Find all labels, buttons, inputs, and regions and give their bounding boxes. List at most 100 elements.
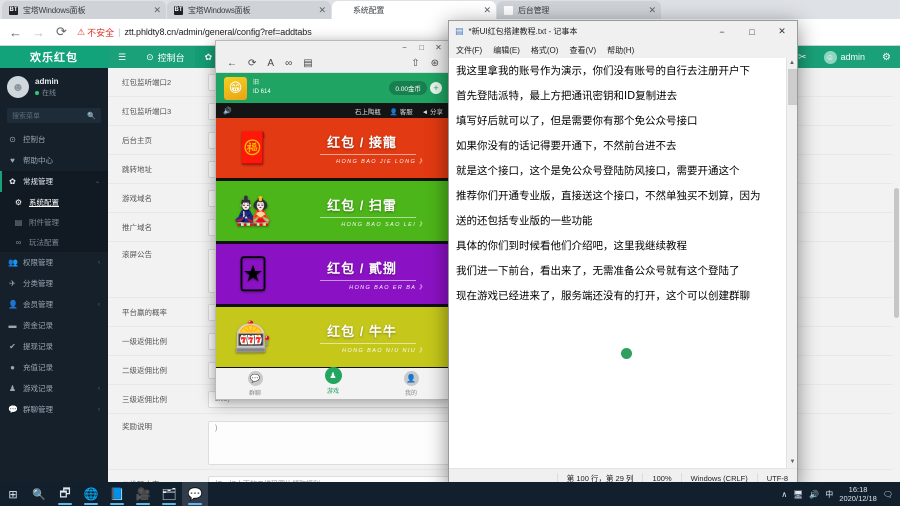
phone-titlebar[interactable]: − □ ✕ — [216, 41, 450, 55]
menu-format[interactable]: 格式(O) — [531, 45, 559, 56]
tab-games[interactable]: ♟ 游戏 — [294, 366, 372, 395]
back-icon[interactable]: ← — [227, 58, 237, 69]
camera-icon[interactable]: 🎥 — [130, 482, 156, 506]
scrollbar-thumb[interactable] — [788, 69, 797, 105]
game-art-icon: 🃏 — [237, 257, 269, 291]
notepad-titlebar[interactable]: ▤ *新UI红包搭建教程.txt - 记事本 − □ ✕ — [449, 21, 797, 42]
start-button[interactable]: ⊞ — [0, 482, 26, 506]
close-button[interactable]: ✕ — [767, 21, 797, 42]
header-tab-dashboard[interactable]: ⊙ 控制台 — [136, 46, 195, 68]
app-logo: 欢乐红包 — [0, 46, 108, 68]
link-icon[interactable]: ∞ — [285, 58, 292, 69]
browser-tab[interactable]: BT 宝塔Windows面板 ✕ — [167, 1, 331, 19]
sidebar-item-permission-management[interactable]: 👥 权限管理 ‹ — [0, 252, 108, 273]
add-coin-icon[interactable]: + — [430, 82, 442, 94]
chrome-icon[interactable]: 🌐 — [78, 482, 104, 506]
sidebar-item-help-center[interactable]: ♥ 帮助中心 — [0, 150, 108, 171]
reload-icon[interactable]: ⟳ — [248, 58, 256, 69]
sidebar-item-dashboard[interactable]: ⊙ 控制台 — [0, 129, 108, 150]
not-secure-badge[interactable]: ⚠ 不安全 — [77, 26, 114, 39]
notepad-text-area[interactable]: 我这里拿我的账号作为演示，你们没有账号的自行去注册开户下 首先登陆派特，最上方把… — [449, 58, 797, 468]
sidebar-item-attachment-management[interactable]: ▤ 附件管理 — [0, 212, 108, 232]
network-icon[interactable]: 🖥 — [793, 490, 803, 499]
sidebar-item-gameplay-config[interactable]: ∞ 玩法配置 — [0, 232, 108, 252]
menu-file[interactable]: 文件(F) — [456, 45, 482, 56]
share-link[interactable]: ◄ 分享 — [422, 106, 443, 116]
file-icon: ▤ — [14, 217, 23, 227]
menu-help[interactable]: 帮助(H) — [607, 45, 634, 56]
close-icon[interactable]: ✕ — [483, 5, 491, 15]
close-icon[interactable]: ✕ — [318, 5, 326, 15]
scrollbar-thumb[interactable] — [894, 188, 899, 318]
tray-chevron-icon[interactable]: ∧ — [781, 490, 787, 499]
sidebar-item-category-management[interactable]: ✈ 分类管理 — [0, 273, 108, 294]
search-icon[interactable]: 🔍 — [26, 482, 52, 506]
menu-toggle-button[interactable]: ☰ — [108, 46, 136, 68]
minimize-button[interactable]: − — [707, 21, 737, 42]
notepad-icon[interactable]: 📘 — [104, 482, 130, 506]
book-icon[interactable]: ▤ — [303, 58, 312, 69]
settings-icon[interactable]: ⚙ — [873, 52, 900, 63]
browser-tab-active[interactable]: ◉ 系统配置 ✕ — [332, 1, 496, 19]
notepad-scrollbar[interactable]: ▲ ▼ — [786, 58, 797, 468]
sidebar-item-recharge-records[interactable]: ● 充值记录 — [0, 357, 108, 378]
sidebar-item-system-config[interactable]: ⚙ 系统配置 — [0, 192, 108, 212]
sidebar-item-member-management[interactable]: 👤 会员管理 ‹ — [0, 294, 108, 315]
maximize-button[interactable]: □ — [413, 42, 430, 54]
browser-tab[interactable]: BT 宝塔Windows面板 ✕ — [2, 1, 166, 19]
sidebar-item-group-chat-management[interactable]: 💬 群聊管理 ‹ — [0, 399, 108, 420]
field-label: 推广域名 — [122, 222, 152, 232]
close-button[interactable]: ✕ — [430, 42, 447, 54]
menu-view[interactable]: 查看(V) — [569, 45, 596, 56]
game-icon: ♟ — [8, 384, 17, 393]
sidebar-search-input[interactable]: 搜索菜单 🔍 — [7, 108, 101, 123]
sidebar-item-fund-records[interactable]: ▬ 资金记录 — [0, 315, 108, 336]
settings-icon[interactable]: ⊛ — [431, 58, 439, 69]
game-card-niuniu[interactable]: 🎰 红包 / 牛牛 HONG BAO NIU NIU 》 — [216, 307, 450, 367]
maximize-button[interactable]: □ — [737, 21, 767, 42]
folder-icon[interactable]: 🗂 — [156, 482, 182, 506]
tab-group-chat[interactable]: 💬 群聊 — [216, 370, 294, 397]
text-line: 送的还包括专业版的一些功能 — [456, 215, 593, 227]
sidebar-item-general-management[interactable]: ✿ 常规管理 ⌄ — [0, 171, 108, 192]
divider — [320, 279, 416, 281]
chat-icon: 💬 — [8, 405, 18, 414]
volume-icon[interactable]: 🔊 — [809, 490, 819, 499]
game-art-icon: 🎎 — [234, 194, 272, 228]
divider — [320, 342, 416, 344]
green-circle-icon: ◉ — [339, 5, 348, 15]
ime-icon[interactable]: 中 — [825, 489, 833, 500]
task-view-icon[interactable]: 🗗 — [52, 482, 78, 506]
volume-icon[interactable]: 🔊 — [223, 107, 232, 115]
sidebar-item-withdraw-records[interactable]: ✔ 提现记录 — [0, 336, 108, 357]
tab-profile[interactable]: 👤 我的 — [372, 370, 450, 397]
browser-tab[interactable]: P 后台管理 ✕ — [497, 1, 661, 19]
service-link[interactable]: 👤 客服 — [390, 106, 413, 116]
forward-icon[interactable]: → — [31, 25, 46, 40]
back-icon[interactable]: ← — [8, 25, 23, 40]
game-card-jielong[interactable]: 🧧 红包 / 接龍 HONG BAO JIE LONG 》 — [216, 118, 450, 178]
sidebar-item-game-records[interactable]: ♟ 游戏记录 ‹ — [0, 378, 108, 399]
share-icon[interactable]: ⇧ — [411, 58, 419, 69]
scroll-down-icon[interactable]: ▼ — [787, 457, 797, 468]
scroll-up-icon[interactable]: ▲ — [787, 58, 797, 69]
notice-text: 石上陶瓶 — [354, 108, 381, 116]
menu-edit[interactable]: 编辑(E) — [493, 45, 520, 56]
text-line: 现在游戏已经进来了，服务端还没有的打开，这个可以创建群聊 — [456, 290, 750, 302]
coin-balance[interactable]: 0.00金币 + — [389, 81, 442, 95]
font-icon[interactable]: A — [267, 58, 274, 69]
game-card-saolei[interactable]: 🎎 红包 / 扫雷 HONG BAO SAO LEI 》 — [216, 181, 450, 241]
link-icon: ∞ — [15, 237, 22, 247]
reload-icon[interactable]: ⟳ — [54, 24, 69, 40]
sidebar-item-label: 群聊管理 — [23, 405, 53, 414]
close-icon[interactable]: ✕ — [153, 5, 161, 15]
sidebar: ☻ admin 在线 搜索菜单 🔍 ⊙ 控制台 ♥ 帮助中心 ✿ 常规管理 ⌄ … — [0, 68, 108, 482]
user-menu[interactable]: ☺ admin — [816, 50, 874, 64]
content-scrollbar[interactable] — [893, 68, 900, 482]
wechat-icon[interactable]: 💬 — [182, 482, 208, 506]
close-icon[interactable]: ✕ — [648, 5, 656, 15]
notification-icon[interactable]: 🗨 — [883, 490, 893, 499]
taskbar-clock[interactable]: 16:18 2020/12/18 — [839, 485, 877, 504]
minimize-button[interactable]: − — [396, 42, 413, 54]
game-card-erba[interactable]: 🃏 红包 / 貳捌 HONG BAO ER BA 》 — [216, 244, 450, 304]
